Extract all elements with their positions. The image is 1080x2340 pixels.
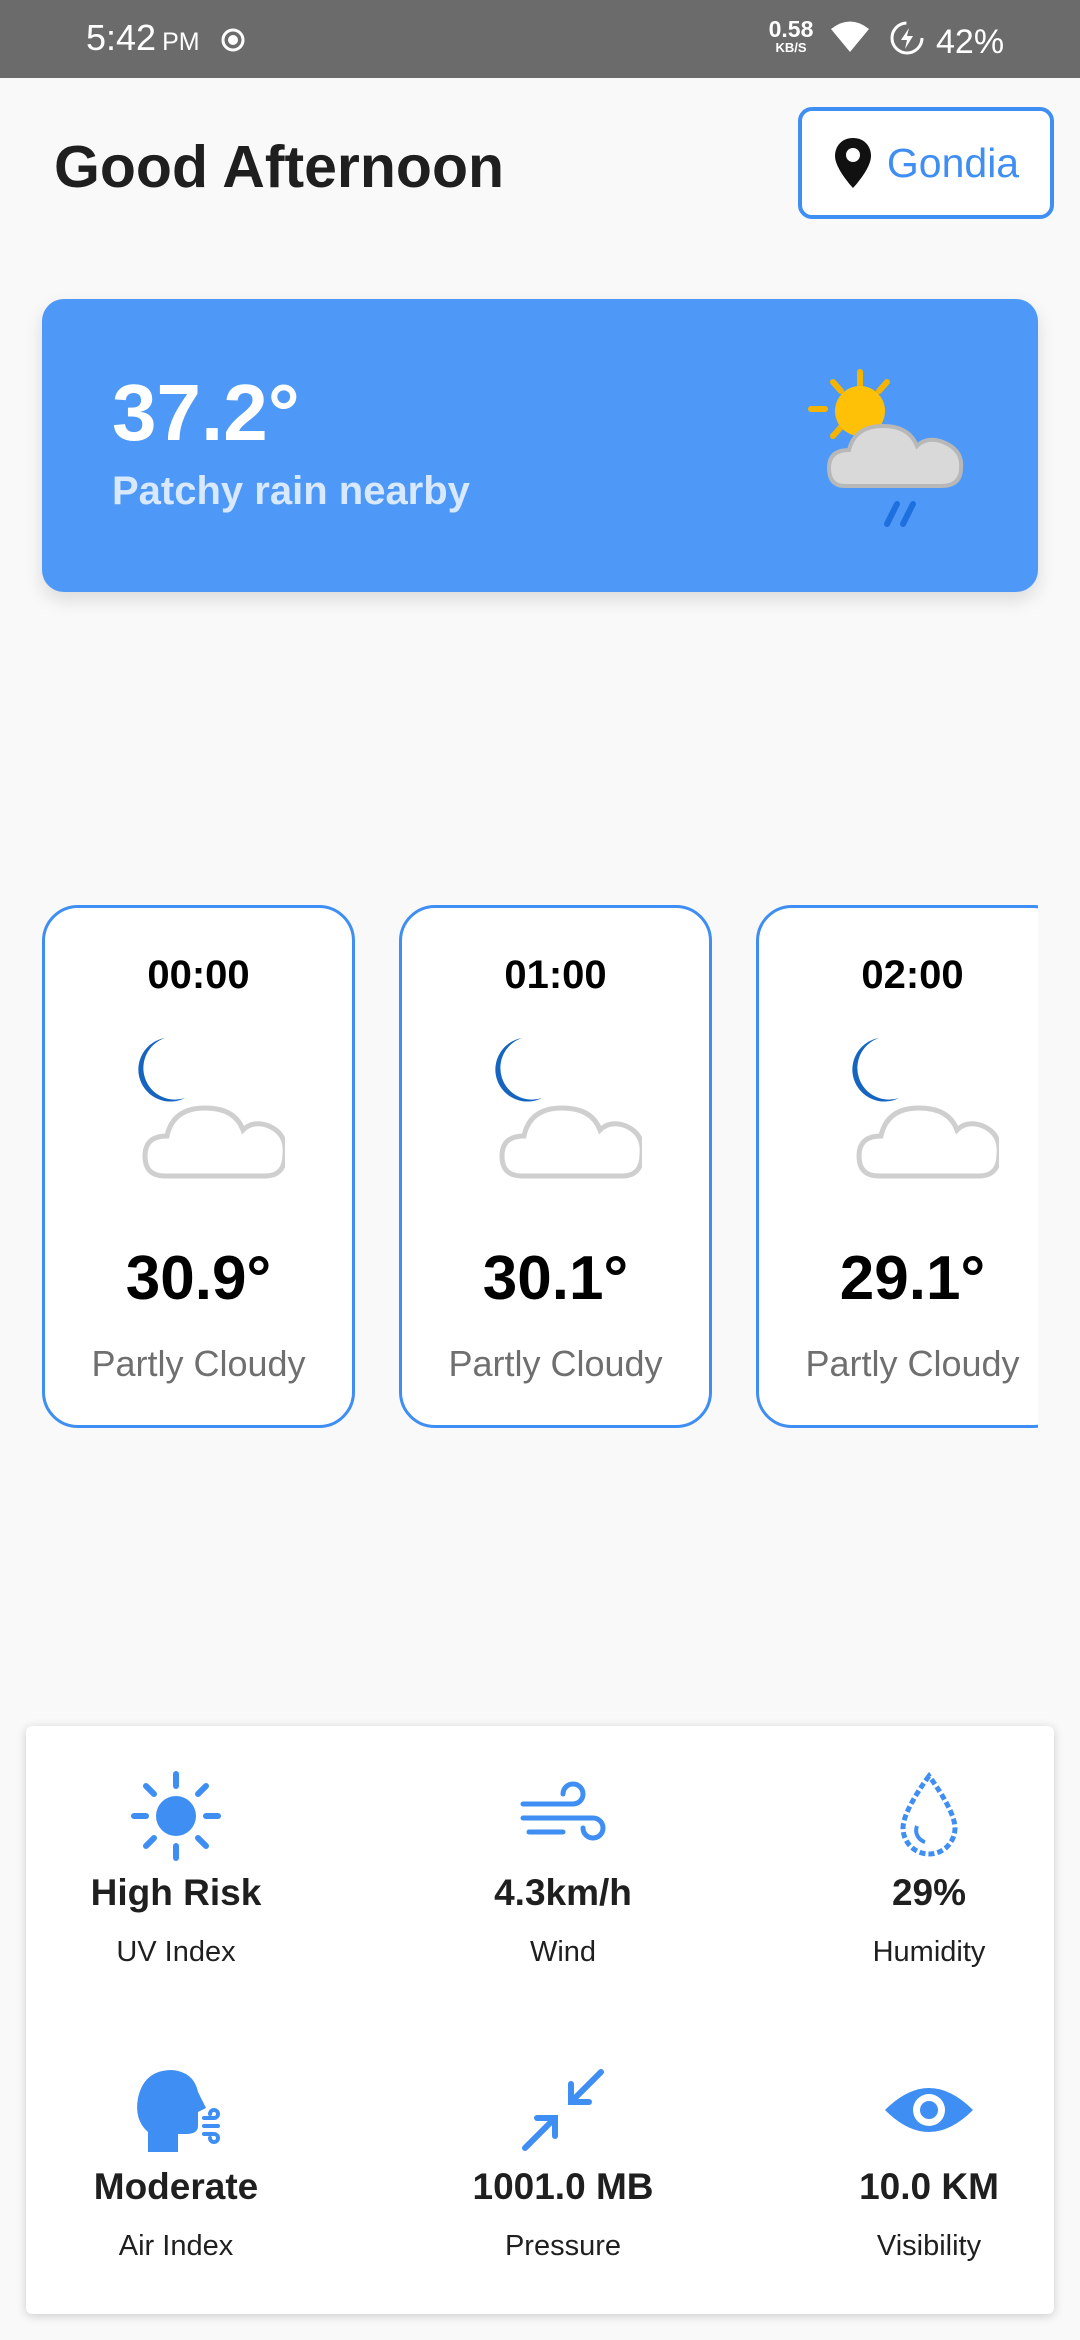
weather-stats-panel: High Risk UV Index 4.3km/h Wind 29% Humi… (26, 1726, 1054, 2314)
location-label: Gondia (886, 139, 1020, 186)
stat-humidity: 29% Humidity (804, 1768, 1054, 1969)
stat-value: High Risk (90, 1872, 262, 1913)
map-pin-icon (834, 138, 871, 188)
stat-pressure: 1001.0 MB Pressure (413, 2062, 713, 2263)
compress-arrows-icon (522, 2069, 604, 2151)
stat-value: 1001.0 MB (472, 2166, 654, 2207)
hourly-temperature: 29.1° (839, 1244, 986, 1313)
hourly-card[interactable]: 01:00 30.1° Partly Cloudy (399, 905, 712, 1428)
wifi-icon (831, 21, 869, 52)
hourly-time: 00:00 (147, 953, 250, 997)
status-time: 5:42 PM (86, 17, 200, 59)
moon-cloud-icon (138, 1038, 285, 1179)
hourly-temperature: 30.9° (125, 1244, 272, 1313)
moon-cloud-icon (852, 1038, 999, 1179)
stat-label: Air Index (118, 2230, 234, 2262)
network-speed-unit: KB/S (775, 40, 807, 55)
hourly-scroll-clip (1038, 890, 1080, 1450)
greeting-title: Good Afternoon (54, 134, 505, 200)
stat-value: Moderate (93, 2166, 259, 2207)
current-temperature: 37.2° (112, 368, 300, 457)
hourly-temperature: 30.1° (482, 1244, 629, 1313)
sun-icon (131, 1771, 221, 1861)
hourly-condition: Partly Cloudy (448, 1343, 663, 1384)
hourly-card[interactable]: 02:00 29.1° Partly Cloudy (756, 905, 1069, 1428)
hourly-condition: Partly Cloudy (805, 1343, 1020, 1384)
hourly-time: 01:00 (504, 953, 607, 997)
stat-label: Visibility (876, 2230, 982, 2262)
current-weather-card[interactable]: 37.2° Patchy rain nearby (42, 299, 1038, 592)
stat-visibility: 10.0 KM Visibility (804, 2062, 1054, 2263)
hourly-condition: Partly Cloudy (91, 1343, 306, 1384)
battery-charging-icon (890, 21, 924, 55)
stat-value: 4.3km/h (494, 1872, 632, 1913)
status-time-value: 5:42 (86, 17, 157, 58)
moon-cloud-icon (495, 1038, 642, 1179)
status-bar: 5:42 PM 0.58 KB/S 42% (0, 0, 1080, 78)
stat-label: UV Index (116, 1936, 236, 1968)
stat-value: 10.0 KM (859, 2166, 999, 2207)
stat-air-index: Moderate Air Index (26, 2062, 326, 2263)
battery-percent: 42% (936, 23, 1005, 61)
head-breath-icon (137, 2070, 220, 2152)
network-speed: 0.58 KB/S (763, 16, 819, 55)
hourly-time: 02:00 (861, 953, 964, 997)
stat-label: Humidity (872, 1936, 986, 1968)
sun-cloud-rain-icon (808, 369, 964, 527)
stat-label: Pressure (504, 2230, 622, 2262)
current-condition: Patchy rain nearby (112, 469, 470, 513)
record-icon (221, 28, 245, 52)
location-button[interactable]: Gondia (798, 107, 1054, 219)
droplet-icon (900, 1771, 958, 1857)
hourly-card[interactable]: 00:00 30.9° Partly Cloudy (42, 905, 355, 1428)
status-time-ampm: PM (162, 28, 200, 56)
network-speed-value: 0.58 (768, 16, 814, 42)
eye-icon (885, 2088, 973, 2132)
stat-label: Wind (529, 1936, 597, 1968)
stat-value: 29% (891, 1872, 967, 1913)
wind-icon (520, 1781, 606, 1841)
stat-uv-index: High Risk UV Index (26, 1768, 326, 1969)
stat-wind: 4.3km/h Wind (413, 1768, 713, 1969)
